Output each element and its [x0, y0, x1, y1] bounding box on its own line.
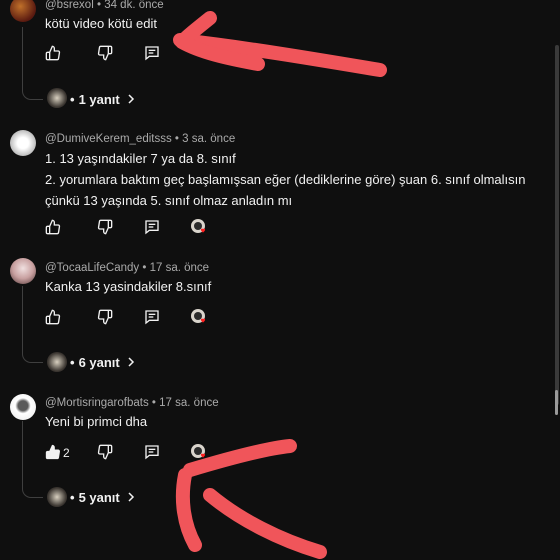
replies-count: 1 yanıt: [78, 92, 120, 107]
replies-separator: •: [70, 490, 75, 505]
replies-count: 6 yanıt: [78, 355, 120, 370]
commenter-avatar[interactable]: [10, 394, 36, 420]
comment-text: 1. 13 yaşındakiler 7 ya da 8. sınıf 2. y…: [45, 148, 555, 211]
view-replies-button[interactable]: • 5 yanıt: [70, 490, 136, 505]
like-icon[interactable]: [45, 444, 61, 460]
thread-connector: [22, 421, 43, 498]
replies-count: 5 yanıt: [78, 490, 120, 505]
comment-author[interactable]: @bsrexol: [45, 0, 94, 11]
comment-text: Yeni bi primci dha: [45, 414, 148, 429]
replier-avatar: [47, 487, 67, 507]
chevron-right-icon: [128, 492, 135, 502]
dislike-icon[interactable]: [97, 444, 113, 460]
comment-text: Kanka 13 yasindakiler 8.sınıf: [45, 279, 212, 294]
comment-meta: @TocaaLifeCandy • 17 sa. önce: [45, 262, 209, 274]
creator-heart-icon: [191, 219, 206, 233]
dislike-icon[interactable]: [97, 219, 113, 235]
comment-line: 1. 13 yaşındakiler 7 ya da 8. sınıf: [45, 151, 236, 166]
meta-separator: •: [96, 0, 101, 11]
reply-icon[interactable]: [144, 309, 160, 325]
comment-meta: @Mortisringarofbats • 17 sa. önce: [45, 397, 219, 409]
creator-heart-icon: [191, 444, 206, 458]
scrollbar-track[interactable]: [555, 45, 559, 405]
comment-time[interactable]: 17 sa. önce: [159, 397, 218, 409]
comment-actions: [45, 45, 245, 65]
comment-meta: @bsrexol • 34 dk. önce: [45, 0, 164, 11]
like-icon[interactable]: [45, 309, 61, 325]
replies-separator: •: [70, 355, 75, 370]
comment-time[interactable]: 34 dk. önce: [104, 0, 163, 11]
comment-line: çünkü 13 yaşında 5. sınıf olmaz anladın …: [45, 193, 293, 208]
reply-icon[interactable]: [144, 444, 160, 460]
dislike-icon[interactable]: [97, 45, 113, 61]
reply-icon[interactable]: [144, 219, 160, 235]
comment-time[interactable]: 17 sa. önce: [150, 262, 209, 274]
reply-icon[interactable]: [144, 45, 160, 61]
chevron-right-icon: [128, 357, 135, 367]
like-count: 2: [63, 446, 70, 460]
comment-actions: 2: [45, 444, 245, 464]
comment-line: 2. yorumlara baktım geç başlamışsan eğer…: [45, 172, 526, 187]
meta-separator: •: [151, 397, 156, 409]
thread-connector: [22, 27, 43, 100]
comment-author[interactable]: @DumiveKerem_editsss: [45, 133, 172, 145]
thread-connector: [22, 286, 43, 363]
replier-avatar: [47, 352, 67, 372]
chevron-right-icon: [128, 94, 135, 104]
comment-text: kötü video kötü edit: [45, 16, 158, 31]
commenter-avatar[interactable]: [10, 130, 36, 156]
replier-avatar: [47, 88, 67, 108]
commenter-avatar[interactable]: [10, 258, 36, 284]
comment-meta: @DumiveKerem_editsss • 3 sa. önce: [45, 133, 235, 145]
comment-time[interactable]: 3 sa. önce: [182, 133, 235, 145]
creator-heart-icon: [191, 309, 206, 323]
meta-separator: •: [174, 133, 179, 145]
commenter-avatar[interactable]: [10, 0, 36, 22]
view-replies-button[interactable]: • 6 yanıt: [70, 355, 136, 370]
scrollbar-thumb[interactable]: [555, 390, 558, 415]
comment-author[interactable]: @TocaaLifeCandy: [45, 262, 139, 274]
meta-separator: •: [142, 262, 147, 274]
dislike-icon[interactable]: [97, 309, 113, 325]
comment-author[interactable]: @Mortisringarofbats: [45, 397, 149, 409]
comment-actions: [45, 309, 245, 329]
replies-separator: •: [70, 92, 75, 107]
like-icon[interactable]: [45, 219, 61, 235]
view-replies-button[interactable]: • 1 yanıt: [70, 92, 136, 107]
comment-actions: [45, 219, 245, 239]
like-icon[interactable]: [45, 45, 61, 61]
